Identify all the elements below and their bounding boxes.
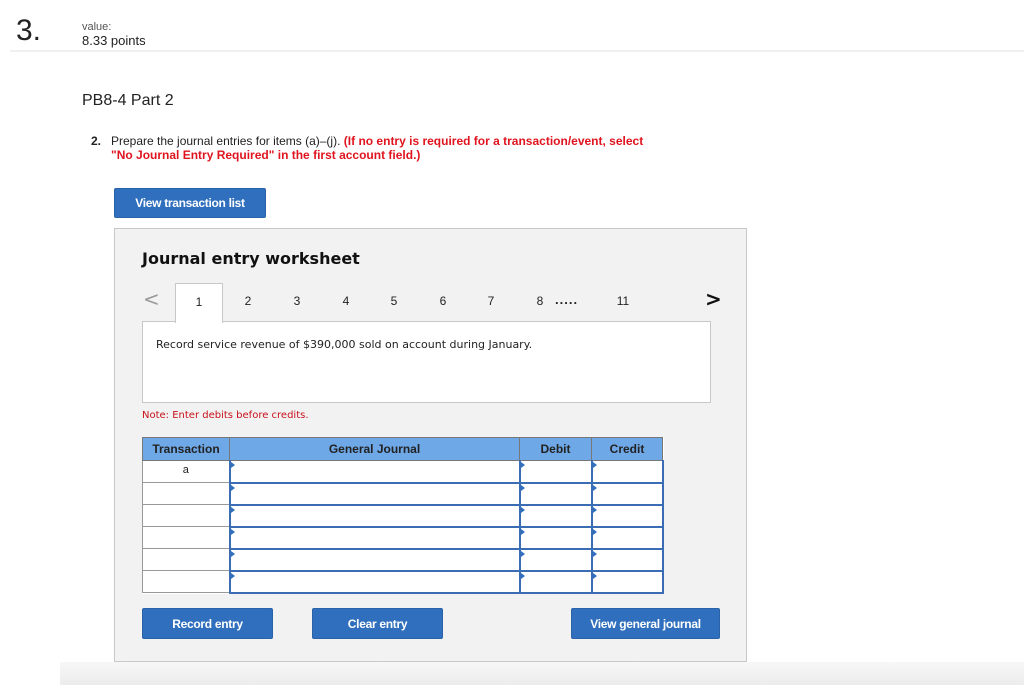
account-field[interactable]: [228, 526, 521, 550]
instruction: 2. Prepare the journal entries for items …: [91, 134, 711, 162]
debit-field[interactable]: [518, 548, 593, 572]
pager-tab-7[interactable]: 7: [481, 294, 501, 308]
account-field[interactable]: [228, 482, 521, 506]
debit-field[interactable]: [518, 482, 593, 506]
instruction-text: Prepare the journal entries for items (a…: [111, 134, 341, 148]
header-credit: Credit: [591, 437, 663, 461]
transaction-cell: a: [142, 460, 230, 483]
debit-field[interactable]: [518, 526, 593, 550]
table-row: [142, 570, 664, 594]
bottom-shadow: [60, 662, 1024, 685]
table-row: [142, 482, 664, 506]
chevron-right-icon[interactable]: >: [705, 287, 722, 311]
transaction-cell: [142, 482, 230, 505]
transaction-cell: [142, 526, 230, 549]
record-entry-button[interactable]: Record entry: [142, 608, 273, 639]
pager-tab-11[interactable]: 11: [613, 294, 633, 308]
view-transaction-list-button[interactable]: View transaction list: [114, 188, 266, 218]
pager-ellipsis: .....: [555, 292, 579, 307]
view-general-journal-button[interactable]: View general journal: [571, 608, 720, 639]
table-row: [142, 526, 664, 550]
credit-field[interactable]: [590, 482, 664, 506]
debit-field[interactable]: [518, 504, 593, 528]
chevron-left-icon[interactable]: <: [143, 287, 160, 311]
header-debit: Debit: [519, 437, 592, 461]
transaction-cell: [142, 548, 230, 571]
worksheet-title: Journal entry worksheet: [142, 249, 360, 268]
account-field[interactable]: [228, 570, 521, 594]
pager-tab-5[interactable]: 5: [384, 294, 404, 308]
pager-tab-1[interactable]: 1: [175, 283, 223, 323]
pager-tab-3[interactable]: 3: [287, 294, 307, 308]
instruction-warning-line2: "No Journal Entry Required" in the first…: [111, 148, 421, 162]
transaction-cell: [142, 504, 230, 527]
table-row: [142, 548, 664, 572]
transaction-pager: < 1 2 3 4 5 6 7 8 ..... 11 >: [115, 283, 748, 323]
journal-entry-worksheet: Journal entry worksheet < 1 2 3 4 5 6 7 …: [114, 228, 747, 662]
account-field[interactable]: [228, 460, 521, 484]
credit-field[interactable]: [590, 526, 664, 550]
credit-field[interactable]: [590, 460, 664, 484]
table-row: a: [142, 460, 664, 484]
debit-field[interactable]: [518, 570, 593, 594]
journal-table: Transaction General Journal Debit Credit…: [142, 437, 664, 594]
credit-field[interactable]: [590, 504, 664, 528]
debit-field[interactable]: [518, 460, 593, 484]
header-general-journal: General Journal: [229, 437, 520, 461]
pager-tab-8[interactable]: 8: [530, 294, 550, 308]
pager-tab-6[interactable]: 6: [433, 294, 453, 308]
note-text: Note: Enter debits before credits.: [142, 410, 309, 421]
pager-tab-2[interactable]: 2: [238, 294, 258, 308]
transaction-description-box: Record service revenue of $390,000 sold …: [142, 321, 711, 403]
header-transaction: Transaction: [142, 437, 230, 461]
account-field[interactable]: [228, 504, 521, 528]
pager-tab-4[interactable]: 4: [336, 294, 356, 308]
part-title: PB8-4 Part 2: [82, 92, 174, 109]
transaction-cell: [142, 570, 230, 593]
clear-entry-button[interactable]: Clear entry: [312, 608, 443, 639]
transaction-description: Record service revenue of $390,000 sold …: [156, 338, 533, 351]
journal-table-header: Transaction General Journal Debit Credit: [142, 437, 663, 461]
instruction-warning: (If no entry is required for a transacti…: [343, 134, 644, 148]
question-number: 3.: [16, 14, 42, 47]
instruction-number: 2.: [91, 134, 102, 148]
question-value-label: value:: [82, 21, 112, 33]
question-value: 8.33 points: [82, 33, 146, 48]
question-divider: [10, 50, 1024, 52]
table-row: [142, 504, 664, 528]
credit-field[interactable]: [590, 548, 664, 572]
credit-field[interactable]: [590, 570, 664, 594]
account-field[interactable]: [228, 548, 521, 572]
